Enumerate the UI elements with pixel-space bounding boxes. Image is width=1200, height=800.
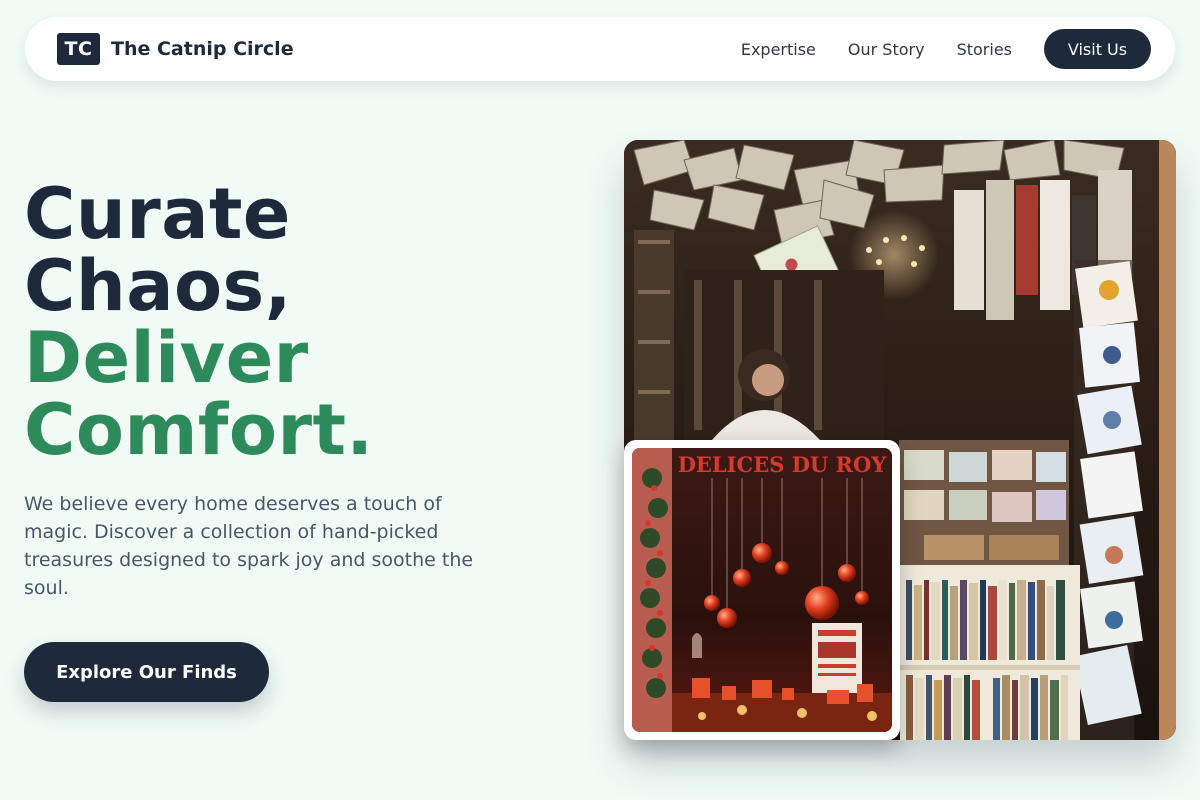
nav-link-our-story[interactable]: Our Story [848,40,925,59]
shop-window-photo: DELICES DU ROY [632,448,892,732]
shop-window-photo-frame: DELICES DU ROY [624,440,900,740]
visit-us-button[interactable]: Visit Us [1044,29,1151,69]
nav-link-expertise[interactable]: Expertise [741,40,816,59]
explore-finds-button[interactable]: Explore Our Finds [24,642,269,702]
nav-link-stories[interactable]: Stories [957,40,1012,59]
headline-line-2: Chaos, [24,245,292,327]
shop-sign-text: DELICES DU ROY [678,452,888,477]
headline-line-3: Deliver [24,317,309,399]
hero-description: We believe every home deserves a touch o… [24,493,474,599]
brand[interactable]: TC The Catnip Circle [57,33,294,65]
brand-logo: TC [57,33,100,65]
brand-name: The Catnip Circle [111,38,294,60]
top-navigation: TC The Catnip Circle Expertise Our Story… [25,17,1175,81]
nav-menu: Expertise Our Story Stories Visit Us [741,29,1151,69]
headline-line-4: Comfort. [24,389,374,471]
hero-headline: Curate Chaos, Deliver Comfort. [24,178,584,466]
headline-line-1: Curate [24,173,291,255]
